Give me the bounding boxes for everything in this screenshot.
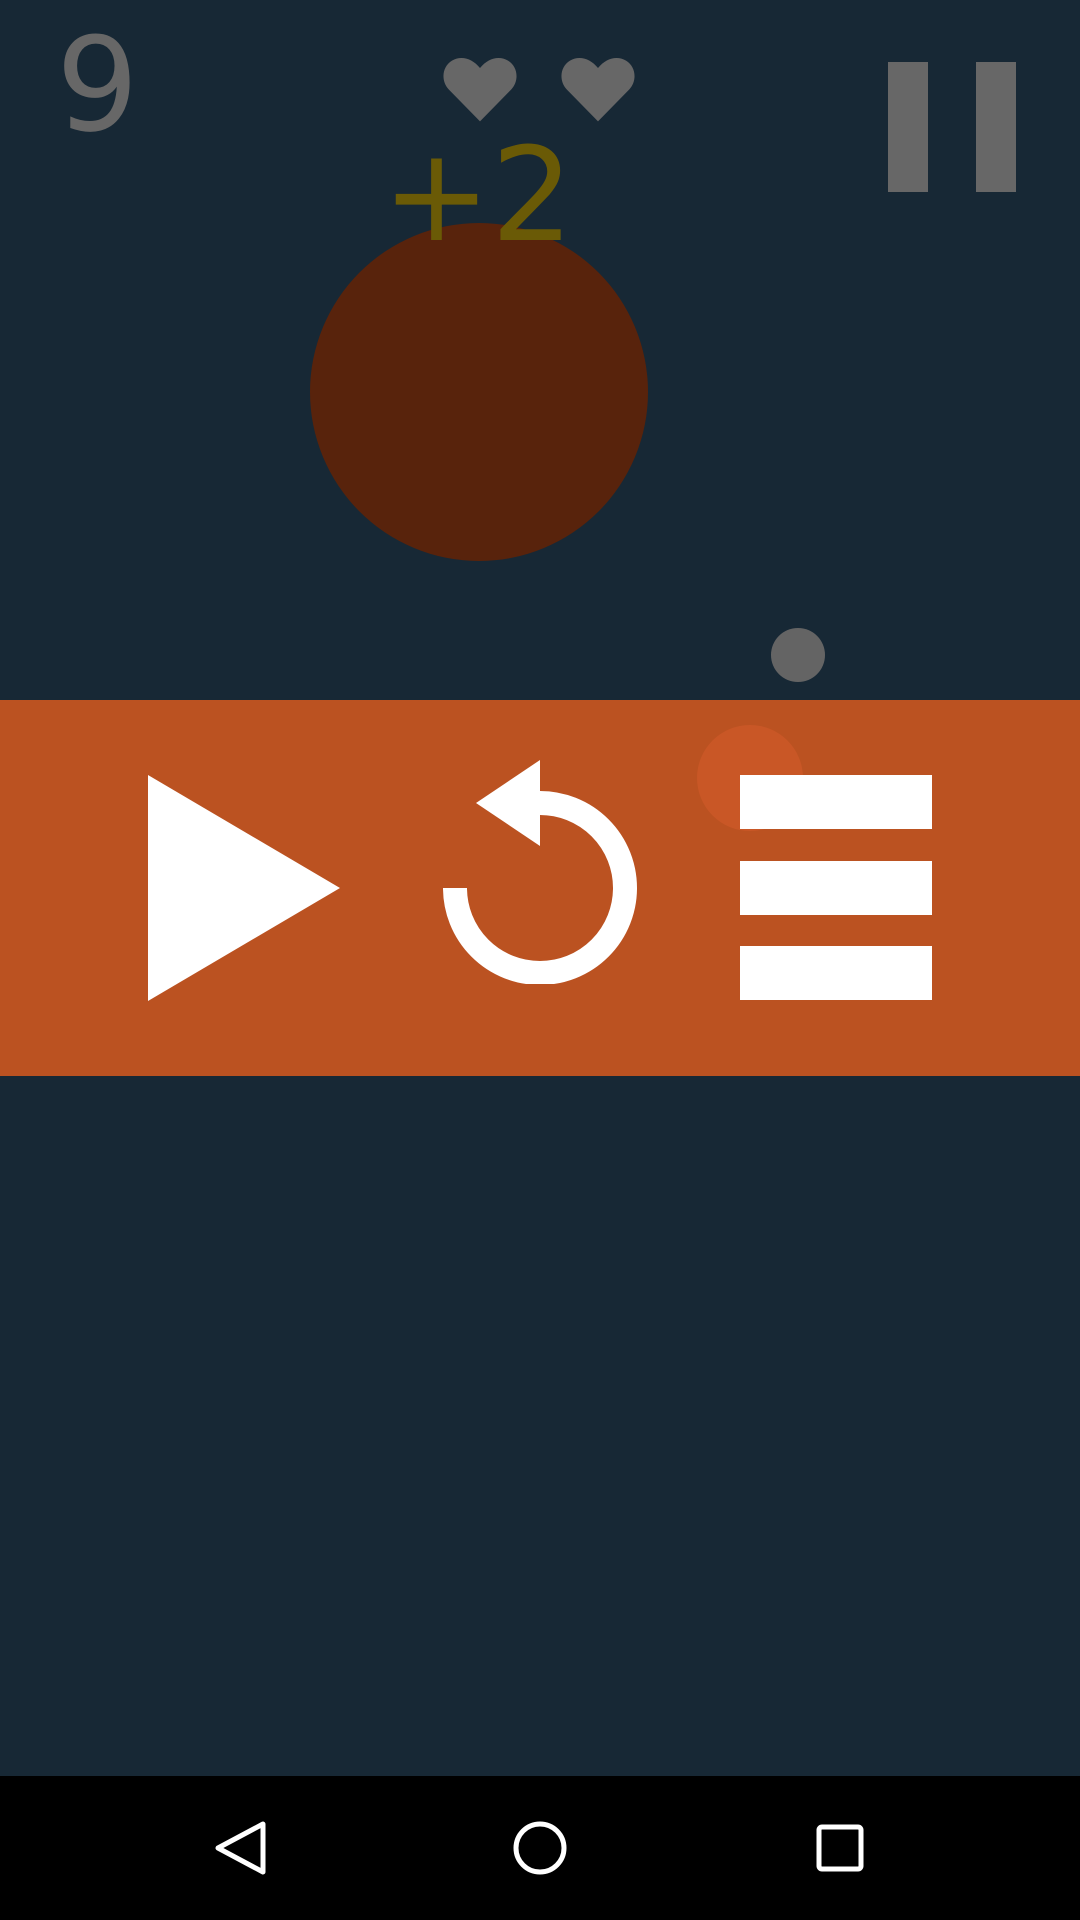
hamburger-menu-icon [740, 775, 932, 829]
pause-icon [888, 62, 928, 192]
home-icon [513, 1821, 567, 1875]
nav-home-button[interactable] [490, 1798, 590, 1898]
score-counter: 9 [56, 9, 139, 161]
android-navigation-bar [0, 1776, 1080, 1920]
bonus-points-popup: +2 [382, 119, 574, 271]
restart-icon [443, 760, 637, 985]
nav-recents-button[interactable] [790, 1798, 890, 1898]
target-ball[interactable] [310, 223, 648, 561]
recents-icon [816, 1824, 864, 1872]
back-icon [215, 1821, 266, 1875]
play-icon [148, 775, 340, 1001]
main-menu-button[interactable] [738, 775, 934, 1001]
hamburger-menu-line [740, 946, 932, 1000]
heart-icon [561, 57, 635, 122]
pause-button[interactable] [886, 62, 1018, 192]
nav-back-button[interactable] [190, 1798, 290, 1898]
hamburger-menu-line [740, 861, 932, 915]
game-stage[interactable]: 9 +2 [0, 0, 1080, 1920]
lives-indicator [440, 50, 638, 126]
pause-icon-bar [976, 62, 1016, 192]
heart-icon [443, 57, 517, 122]
player-ball [771, 628, 825, 682]
resume-button[interactable] [148, 775, 340, 1001]
restart-button[interactable] [440, 758, 640, 985]
